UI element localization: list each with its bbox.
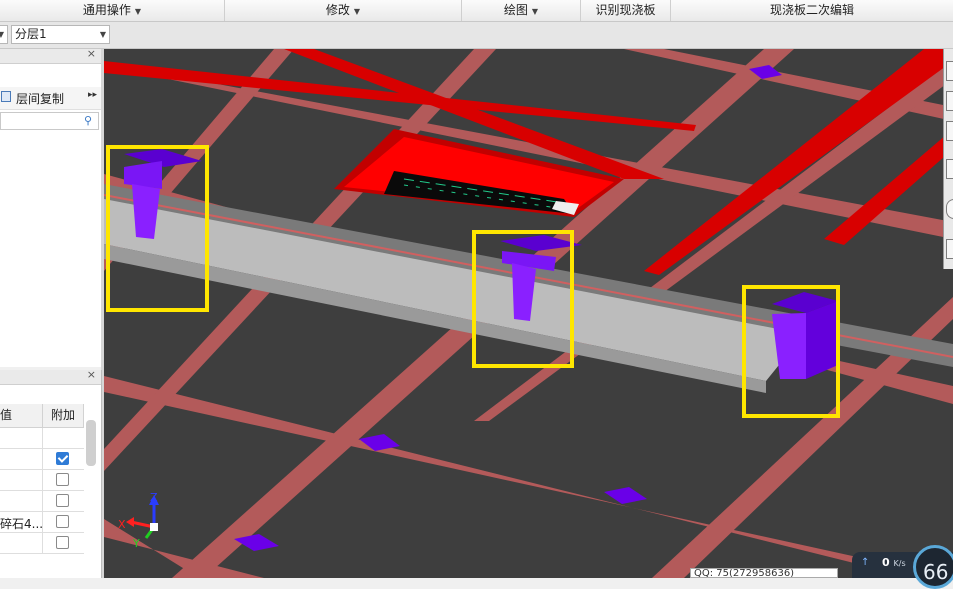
dropdown-caret-icon: ▼ bbox=[99, 30, 106, 39]
floor-select-value: 分层1 bbox=[15, 27, 47, 41]
qq-text: QQ: 75(272958636) bbox=[694, 568, 795, 578]
menu-recognize-slab-label: 识别现浇板 bbox=[595, 3, 656, 17]
x-arrow bbox=[126, 517, 134, 527]
checkbox-icon[interactable] bbox=[56, 452, 69, 465]
more-chevron-icon[interactable]: ▸▸ bbox=[88, 90, 97, 100]
axis-origin bbox=[150, 523, 158, 531]
view-tool-button[interactable] bbox=[946, 159, 953, 179]
column-divider bbox=[42, 428, 43, 449]
column-cap[interactable] bbox=[604, 487, 647, 504]
table-row[interactable] bbox=[0, 491, 84, 512]
table-row[interactable] bbox=[0, 533, 84, 554]
menu-draw-label: 绘图 bbox=[503, 3, 528, 17]
column-header-extra-label: 附加 bbox=[51, 408, 76, 422]
net-speed-unit: K/s bbox=[893, 559, 906, 568]
column-header-extra: 附加 bbox=[43, 404, 84, 428]
floor-copy-button[interactable]: 层间复制 ▸▸ bbox=[0, 87, 101, 110]
view-tool-button[interactable] bbox=[946, 239, 953, 259]
orbit-tool-button[interactable] bbox=[946, 199, 953, 219]
close-icon[interactable]: × bbox=[87, 47, 96, 60]
component-panel: × 层间复制 ▸▸ ⚲ bbox=[0, 47, 102, 367]
axis-y-label: Y bbox=[132, 537, 140, 550]
search-input[interactable]: ⚲ bbox=[0, 112, 99, 130]
dropdown-caret-icon: ▼ bbox=[134, 7, 142, 16]
performance-gauge[interactable]: 66 bbox=[913, 545, 953, 589]
menu-general-ops-label: 通用操作 bbox=[82, 3, 131, 17]
column-shaft bbox=[772, 313, 806, 379]
dropdown-caret-icon: ▼ bbox=[353, 7, 361, 16]
column-divider bbox=[42, 533, 43, 554]
row-value: 碎石4... bbox=[0, 517, 44, 531]
3d-viewport[interactable]: Z X Y bbox=[104, 49, 953, 578]
column-divider bbox=[42, 470, 43, 491]
floor-copy-label: 层间复制 bbox=[16, 92, 65, 106]
dropdown-caret-icon: ▼ bbox=[531, 7, 539, 16]
checkbox-icon[interactable] bbox=[56, 515, 69, 528]
table-row[interactable] bbox=[0, 428, 84, 449]
checkbox-icon[interactable] bbox=[56, 494, 69, 507]
column-header-value-label: 值 bbox=[0, 408, 13, 422]
menu-slab-secondary-edit-label: 现浇板二次编辑 bbox=[769, 3, 854, 17]
menu-general-ops[interactable]: 通用操作 ▼ bbox=[0, 0, 225, 21]
view-tools-strip bbox=[943, 49, 953, 269]
menu-draw[interactable]: 绘图 ▼ bbox=[462, 0, 581, 21]
panel-header: × bbox=[0, 47, 101, 64]
column-divider bbox=[42, 449, 43, 470]
layer-toolbar: ▼ 分层1 ▼ bbox=[0, 22, 953, 49]
table-row[interactable]: 碎石4... bbox=[0, 512, 84, 533]
table-row[interactable] bbox=[0, 449, 84, 470]
dropdown-caret-icon: ▼ bbox=[0, 30, 4, 39]
column-header-value: 值 bbox=[0, 404, 43, 428]
close-icon[interactable]: × bbox=[87, 368, 96, 381]
checkbox-icon[interactable] bbox=[56, 473, 69, 486]
grid-scrollbar[interactable] bbox=[86, 420, 96, 466]
search-icon[interactable]: ⚲ bbox=[84, 114, 92, 127]
floor-select[interactable]: 分层1 ▼ bbox=[11, 25, 110, 44]
menu-slab-secondary-edit[interactable]: 现浇板二次编辑 bbox=[671, 0, 953, 21]
net-speed-number: 0 bbox=[882, 556, 890, 569]
3d-scene: Z X Y bbox=[104, 49, 953, 578]
panel-header: × bbox=[0, 368, 101, 385]
axis-z-label: Z bbox=[150, 491, 158, 504]
menu-recognize-slab[interactable]: 识别现浇板 bbox=[581, 0, 671, 21]
view-tool-button[interactable] bbox=[946, 121, 953, 141]
menu-bar: 通用操作 ▼ 修改 ▼ 绘图 ▼ 识别现浇板 现浇板二次编辑 bbox=[0, 0, 953, 22]
gauge-value: 66 bbox=[923, 560, 949, 584]
checkbox-icon[interactable] bbox=[56, 536, 69, 549]
menu-modify[interactable]: 修改 ▼ bbox=[225, 0, 462, 21]
column-divider bbox=[42, 491, 43, 512]
prev-combo[interactable]: ▼ bbox=[0, 25, 8, 44]
property-panel: × 值 附加 碎石4... bbox=[0, 368, 102, 578]
view-tool-button[interactable] bbox=[946, 61, 953, 81]
column-divider bbox=[42, 512, 43, 533]
upload-arrow-icon: ↑ bbox=[861, 557, 870, 568]
copy-icon bbox=[1, 91, 11, 102]
axis-x-label: X bbox=[118, 518, 126, 531]
net-speed-value: 0 K/s bbox=[882, 556, 906, 569]
table-row[interactable] bbox=[0, 470, 84, 491]
qq-notification[interactable]: QQ: 75(272958636) bbox=[690, 568, 838, 578]
menu-modify-label: 修改 bbox=[325, 3, 350, 17]
view-tool-button[interactable] bbox=[946, 91, 953, 111]
